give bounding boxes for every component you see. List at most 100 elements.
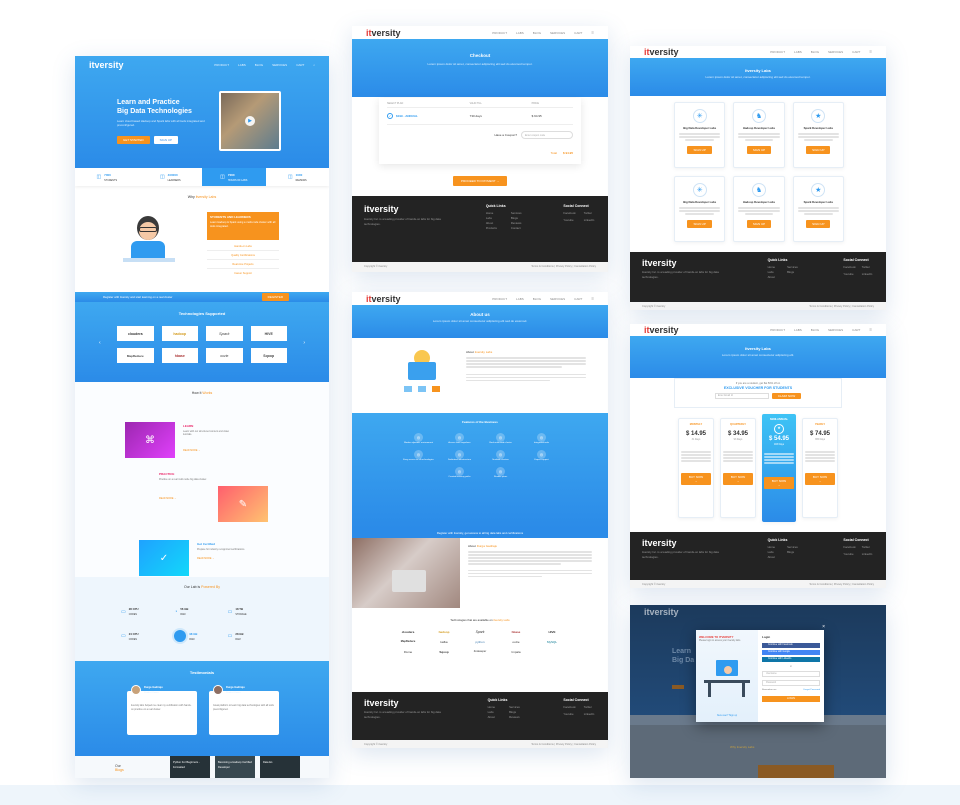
blog-card[interactable]: Becoming a Hadoop Certified Developer [215,756,255,778]
linkedin-link[interactable]: LinkedIn [862,272,874,277]
brand-logo[interactable]: itversity [364,698,399,708]
nav-cart[interactable]: CART [852,50,860,54]
voucher-email-input[interactable]: Enter Email Id [714,393,769,399]
nav-labs[interactable]: LABS [516,31,524,35]
buy-now-button[interactable]: BUY NOW → [723,473,753,485]
menu-icon[interactable]: ☰ [591,31,594,35]
menu-icon[interactable]: ☰ [591,297,594,301]
facebook-link[interactable]: Facebook [563,705,575,710]
username-input[interactable]: Username [762,671,820,677]
brand-logo[interactable]: itversity [644,325,679,335]
check-icon[interactable]: ✓ [387,113,393,119]
login-submit-button[interactable]: LOGIN [762,696,820,702]
twitter-link[interactable]: Twitter [584,705,596,710]
login-modal-left: WELCOME TO ITVERSITY Please login to acc… [696,630,758,722]
brand-logo[interactable]: itversity [644,47,679,57]
lab-signup-button[interactable]: SIGN UP [687,220,712,228]
nav-product[interactable]: PRODUCT [492,297,507,301]
sign-up-button[interactable]: SIGN UP [153,136,179,144]
twitter-link[interactable]: Twitter [584,211,596,216]
nav-labs[interactable]: LABS [238,63,246,67]
about-footer: itversity itversity Inc. is a leading pro… [352,692,608,740]
linkedin-link[interactable]: LinkedIn [862,552,874,557]
nav-product[interactable]: PRODUCT [214,63,229,67]
close-icon[interactable]: × [822,624,825,630]
blog-card[interactable]: Data En [260,756,300,778]
play-icon[interactable]: ▶ [245,116,255,126]
read-more-link[interactable]: READ MORE → [183,449,233,452]
brand-logo[interactable]: itversity [366,294,401,304]
nav-labs[interactable]: LABS [794,50,802,54]
facebook-link[interactable]: Facebook [843,545,855,550]
copyright-bar: Copyright © itversity Terms & Conditions … [630,580,886,588]
carousel-next-icon[interactable]: › [303,340,305,346]
youtube-link[interactable]: Youtube [843,272,855,277]
nav-cart[interactable]: CART [296,63,304,67]
facebook-link[interactable]: Facebook [843,265,855,270]
menu-icon[interactable]: ☰ [869,328,872,332]
buy-now-button[interactable]: BUY NOW → [805,473,835,485]
nav-blog[interactable]: BLOG [533,297,541,301]
password-input[interactable]: Password [762,680,820,686]
feature-item: ◎ Real multi-node cluster [489,433,512,444]
brand-logo[interactable]: itversity [366,28,401,38]
nav-services[interactable]: SERVICES [550,31,565,35]
buy-now-button[interactable]: BUY NOW → [681,473,711,485]
brand-logo[interactable]: itversity [364,204,399,214]
nav-services[interactable]: SERVICES [828,328,843,332]
about-page-mockup: itversity PRODUCT LABS BLOG SERVICES CART ☰ A… [352,292,608,748]
nav-product[interactable]: PRODUCT [770,50,785,54]
nav-cart[interactable]: CART [852,328,860,332]
hero-video-thumbnail[interactable]: ▶ [219,91,281,151]
nav-blog[interactable]: BLOG [811,328,819,332]
linkedin-link[interactable]: LinkedIn [584,712,596,717]
youtube-link[interactable]: Youtube [563,712,575,717]
nav-labs[interactable]: LABS [794,328,802,332]
register-button[interactable]: REGISTER [261,293,289,301]
nav-services[interactable]: SERVICES [272,63,287,67]
get-started-button[interactable]: GET STARTED [117,136,150,144]
brand-logo[interactable]: itversity [642,258,677,268]
facebook-login-button[interactable]: Continue with Facebook [762,643,820,648]
nav-blog[interactable]: BLOG [811,50,819,54]
lab-signup-button[interactable]: SIGN UP [687,146,712,154]
nav-product[interactable]: PRODUCT [770,328,785,332]
total-amount: $ 94.95 [562,151,573,155]
nav-blog[interactable]: BLOG [255,63,263,67]
forgot-password-link[interactable]: Forgot Password [803,689,820,691]
linkedin-login-button[interactable]: Continue with LinkedIn [762,657,820,662]
claim-voucher-button[interactable]: CLAIM NOW [771,393,802,399]
remember-me-checkbox[interactable]: Remember me [762,689,776,691]
proceed-to-payment-button[interactable]: PROCEED TO PAYMENT → [453,176,508,186]
buy-now-button[interactable]: BUY NOW → [764,477,794,489]
blog-card[interactable]: Python For Beginners - Formatted [170,756,210,778]
nav-labs[interactable]: LABS [516,297,524,301]
read-more-link[interactable]: READ MORE → [197,557,247,560]
lab-signup-button[interactable]: SIGN UP [746,220,772,228]
brand-logo[interactable]: itversity [644,607,679,617]
facebook-link[interactable]: Facebook [563,211,575,216]
nav-services[interactable]: SERVICES [550,297,565,301]
google-login-button[interactable]: Continue with Google [762,650,820,655]
nav-cart[interactable]: CART [574,31,582,35]
coupon-input[interactable]: Enter coupon code [521,131,573,139]
nav-blog[interactable]: BLOG [533,31,541,35]
search-icon[interactable]: ⌕ [313,63,315,67]
signup-link[interactable]: New user? Sign up [696,714,758,717]
lab-signup-button[interactable]: SIGN UP [746,146,772,154]
brand-logo[interactable]: itversity [642,538,677,548]
nav-product[interactable]: PRODUCT [492,31,507,35]
linkedin-link[interactable]: LinkedIn [584,218,596,223]
youtube-link[interactable]: Youtube [563,218,575,223]
youtube-link[interactable]: Youtube [843,552,855,557]
read-more-link[interactable]: READ MORE → [159,497,209,500]
menu-icon[interactable]: ☰ [869,50,872,54]
twitter-link[interactable]: Twitter [862,545,874,550]
nav-cart[interactable]: CART [574,297,582,301]
lab-signup-button[interactable]: SIGN UP [806,146,831,154]
nav-services[interactable]: SERVICES [828,50,843,54]
lab-signup-button[interactable]: SIGN UP [806,220,831,228]
twitter-link[interactable]: Twitter [862,265,874,270]
brand-logo[interactable]: itversity [89,60,124,70]
carousel-prev-icon[interactable]: ‹ [99,340,101,346]
